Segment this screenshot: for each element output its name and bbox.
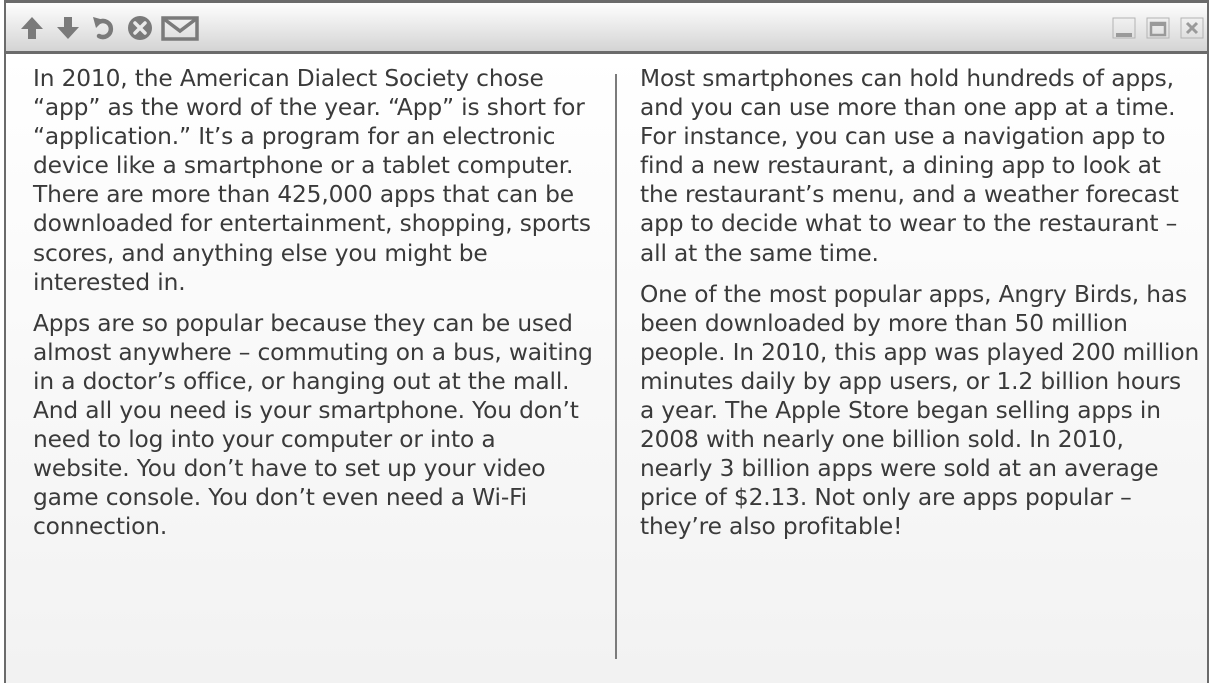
paragraph-apps-popular: Apps are so popular because they can be … bbox=[33, 309, 593, 541]
left-column: In 2010, the American Dialect Society ch… bbox=[33, 64, 593, 542]
down-arrow-icon[interactable] bbox=[52, 12, 84, 44]
right-column: Most smartphones can hold hundreds of ap… bbox=[640, 64, 1200, 542]
paragraph-app-word-of-year: In 2010, the American Dialect Society ch… bbox=[33, 65, 591, 296]
title-bar bbox=[6, 0, 1207, 54]
mail-icon[interactable] bbox=[160, 12, 200, 44]
undo-icon[interactable] bbox=[88, 12, 120, 44]
up-arrow-icon[interactable] bbox=[16, 12, 48, 44]
close-circle-icon[interactable] bbox=[124, 12, 156, 44]
app-window: In 2010, the American Dialect Society ch… bbox=[4, 0, 1209, 683]
maximize-icon[interactable] bbox=[1145, 14, 1173, 42]
close-icon[interactable] bbox=[1179, 14, 1207, 42]
article-content: In 2010, the American Dialect Society ch… bbox=[6, 54, 1207, 683]
column-divider bbox=[615, 74, 617, 659]
paragraph-smartphones-hold-apps: Most smartphones can hold hundreds of ap… bbox=[640, 65, 1179, 267]
paragraph-angry-birds: One of the most popular apps, Angry Bird… bbox=[640, 280, 1200, 541]
navigation-toolbar bbox=[16, 10, 204, 46]
minimize-icon[interactable] bbox=[1111, 14, 1139, 42]
window-controls bbox=[1105, 8, 1207, 48]
